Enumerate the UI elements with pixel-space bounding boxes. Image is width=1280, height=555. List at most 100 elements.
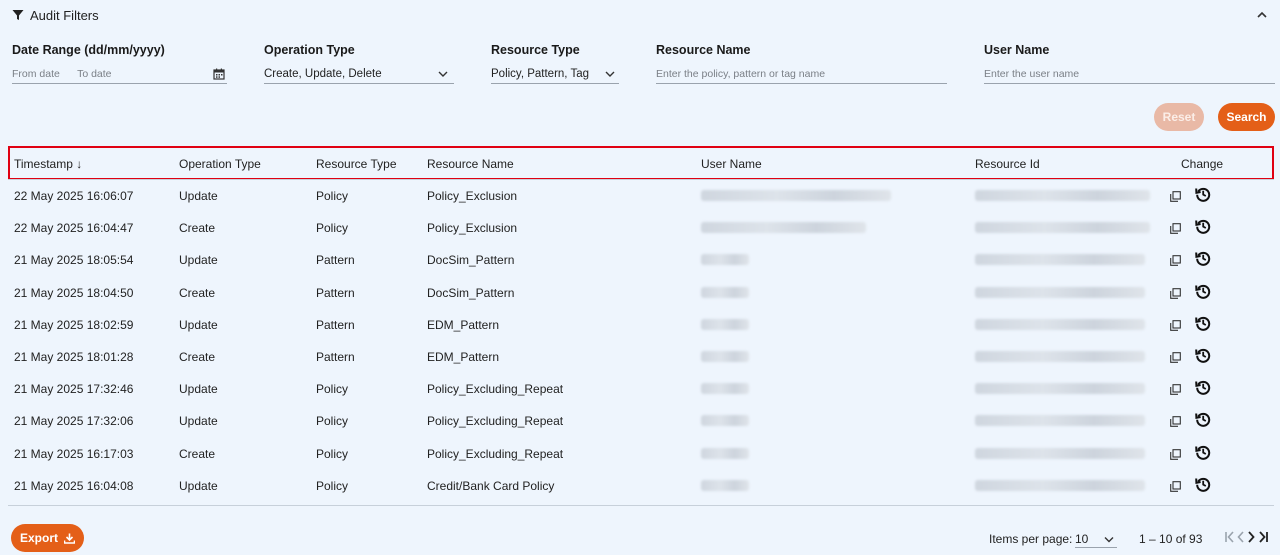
table-row[interactable]: 22 May 2025 16:04:47 Create Policy Policy_E… <box>8 212 1274 244</box>
chevron-down-icon <box>438 71 448 77</box>
resource-name-cell: Policy_Excluding_Repeat <box>427 414 564 429</box>
operation-type-cell: Update <box>179 382 218 397</box>
date-range-field[interactable]: From date To date <box>12 64 227 84</box>
copy-icon[interactable] <box>1170 480 1181 492</box>
audit-filters-title: Audit Filters <box>30 7 99 23</box>
reset-button[interactable]: Reset <box>1154 103 1204 131</box>
copy-icon[interactable] <box>1170 319 1181 331</box>
items-per-page-select[interactable]: 10 <box>1075 528 1117 548</box>
resource-name-cell: EDM_Pattern <box>427 350 500 364</box>
resource-name-cell: DocSim_Pattern <box>427 285 515 300</box>
timestamp-cell: 21 May 2025 16:04:08 <box>14 478 134 493</box>
history-icon[interactable] <box>1195 476 1211 492</box>
column-header-resource-id[interactable]: Resource Id <box>975 157 1040 171</box>
column-header-timestamp[interactable]: Timestamp ↓ <box>14 157 82 171</box>
user-name-label: User Name <box>984 43 1050 57</box>
copy-icon[interactable] <box>1170 223 1181 235</box>
table-row[interactable]: 21 May 2025 17:32:46 Update Policy Policy_E… <box>8 373 1274 405</box>
copy-icon[interactable] <box>1170 352 1181 363</box>
user-name-redacted <box>701 254 749 266</box>
resource-id-redacted <box>975 479 1145 491</box>
operation-type-cell: Create <box>179 350 216 364</box>
from-date-input[interactable]: From date <box>12 68 60 80</box>
chevron-up-icon[interactable] <box>1256 9 1268 21</box>
resource-name-cell: Policy_Excluding_Repeat <box>427 382 564 397</box>
history-icon[interactable] <box>1195 347 1211 363</box>
copy-icon[interactable] <box>1170 287 1181 299</box>
table-row[interactable]: 21 May 2025 16:17:03 Create Policy Policy_E… <box>8 438 1274 470</box>
history-icon[interactable] <box>1195 283 1211 299</box>
history-icon[interactable] <box>1195 444 1211 460</box>
operation-type-select[interactable]: Create, Update, Delete <box>264 64 454 84</box>
history-icon[interactable] <box>1195 250 1211 267</box>
column-header-user-name[interactable]: User Name <box>701 157 762 171</box>
history-icon[interactable] <box>1195 218 1211 234</box>
user-name-input[interactable]: Enter the user name <box>984 64 1275 84</box>
timestamp-cell: 21 May 2025 18:05:54 <box>14 253 134 268</box>
search-button[interactable]: Search <box>1218 103 1275 131</box>
table-row[interactable]: 21 May 2025 17:32:06 Update Policy Policy_E… <box>8 405 1274 437</box>
resource-id-redacted <box>975 318 1145 330</box>
column-header-resource-name[interactable]: Resource Name <box>427 157 514 171</box>
copy-icon[interactable] <box>1170 255 1181 267</box>
resource-type-filter: Resource Type Policy, Pattern, Tag <box>491 42 619 84</box>
operation-type-cell: Create <box>179 446 216 461</box>
history-icon[interactable] <box>1195 186 1211 202</box>
user-name-redacted <box>701 479 749 491</box>
column-header-change: Change <box>1181 157 1224 171</box>
operation-type-cell: Create <box>179 285 216 300</box>
table-row[interactable]: 21 May 2025 18:05:54 Update Pattern DocSim_… <box>8 244 1274 276</box>
audit-filters-header[interactable]: Audit Filters <box>12 7 1268 23</box>
operation-type-label: Operation Type <box>264 43 355 57</box>
timestamp-cell: 22 May 2025 16:06:07 <box>14 189 134 203</box>
resource-name-filter: Resource Name Enter the policy, pattern … <box>656 42 947 84</box>
user-name-redacted <box>701 318 749 330</box>
next-page-icon[interactable] <box>1245 530 1257 544</box>
resource-name-cell: Credit/Bank Card Policy <box>427 478 555 493</box>
operation-type-cell: Update <box>179 317 218 332</box>
table-header: Timestamp ↓ Operation Type Resource Type… <box>8 146 1274 180</box>
table-row[interactable]: 21 May 2025 16:04:08 Update Policy Credit/B… <box>8 470 1274 502</box>
column-header-resource-type[interactable]: Resource Type <box>316 157 397 171</box>
resource-type-select[interactable]: Policy, Pattern, Tag <box>491 64 619 84</box>
resource-id-redacted <box>975 383 1145 395</box>
table-row[interactable]: 21 May 2025 18:04:50 Create Pattern DocSim_… <box>8 277 1274 309</box>
table-row[interactable]: 21 May 2025 18:02:59 Update Pattern EDM_Pat… <box>8 309 1274 341</box>
user-name-filter: User Name Enter the user name <box>984 42 1275 84</box>
user-name-redacted <box>701 222 866 234</box>
resource-id-redacted <box>975 286 1145 298</box>
history-icon[interactable] <box>1195 411 1211 428</box>
resource-type-cell: Policy <box>316 446 349 461</box>
resource-type-label: Resource Type <box>491 43 580 57</box>
copy-icon[interactable] <box>1170 448 1181 460</box>
resource-type-cell: Policy <box>316 414 349 429</box>
user-name-redacted <box>701 286 749 298</box>
copy-icon[interactable] <box>1170 384 1181 396</box>
copy-icon[interactable] <box>1170 191 1181 202</box>
to-date-input[interactable]: To date <box>77 68 111 80</box>
history-icon[interactable] <box>1195 379 1211 395</box>
chevron-down-icon <box>1104 537 1114 543</box>
resource-name-input[interactable]: Enter the policy, pattern or tag name <box>656 64 947 84</box>
resource-type-cell: Pattern <box>316 253 355 268</box>
export-label: Export <box>19 531 58 545</box>
chevron-down-icon <box>605 71 615 77</box>
funnel-icon <box>12 10 24 20</box>
last-page-icon[interactable] <box>1257 530 1269 544</box>
timestamp-cell: 22 May 2025 16:04:47 <box>14 221 134 236</box>
table-row[interactable]: 21 May 2025 18:01:28 Create Pattern EDM_Pat… <box>8 341 1274 373</box>
resource-name-placeholder: Enter the policy, pattern or tag name <box>656 68 826 80</box>
table-row[interactable]: 22 May 2025 16:06:07 Update Policy Policy_E… <box>8 180 1274 212</box>
resource-type-cell: Policy <box>316 221 349 236</box>
resource-type-cell: Policy <box>316 382 349 397</box>
calendar-icon[interactable] <box>213 68 225 80</box>
column-header-operation-type[interactable]: Operation Type <box>179 157 261 171</box>
copy-icon[interactable] <box>1170 416 1181 428</box>
resource-type-cell: Pattern <box>316 285 355 300</box>
export-button[interactable]: Export <box>11 524 84 552</box>
operation-type-cell: Create <box>179 221 216 236</box>
resource-name-cell: Policy_Excluding_Repeat <box>427 446 564 461</box>
history-icon[interactable] <box>1195 315 1211 331</box>
download-icon <box>64 533 75 544</box>
operation-type-cell: Update <box>179 189 218 203</box>
